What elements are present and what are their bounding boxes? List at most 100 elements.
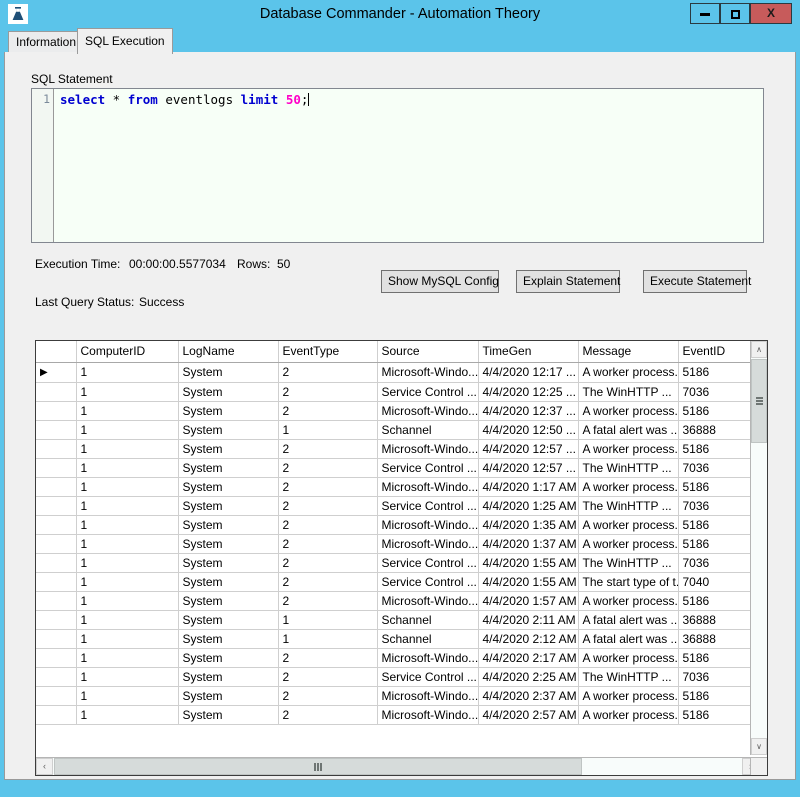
row-header-cell[interactable] (36, 572, 76, 591)
grid-vertical-scrollbar[interactable]: ∧ ∨ (750, 341, 767, 755)
cell-eventid[interactable]: 5186 (678, 439, 759, 458)
cell-timegen[interactable]: 4/4/2020 1:55 AM (478, 553, 578, 572)
cell-eventtype[interactable]: 2 (278, 553, 377, 572)
cell-computerid[interactable]: 1 (76, 534, 178, 553)
cell-source[interactable]: Microsoft-Windo... (377, 439, 478, 458)
cell-computerid[interactable]: 1 (76, 591, 178, 610)
cell-computerid[interactable]: 1 (76, 401, 178, 420)
table-row[interactable]: 1System2Microsoft-Windo...4/4/2020 1:57 … (36, 591, 759, 610)
cell-eventid[interactable]: 5186 (678, 477, 759, 496)
cell-eventtype[interactable]: 2 (278, 515, 377, 534)
table-row[interactable]: 1System1Schannel4/4/2020 12:50 ...A fata… (36, 420, 759, 439)
cell-computerid[interactable]: 1 (76, 648, 178, 667)
table-row[interactable]: 1System2Microsoft-Windo...4/4/2020 2:17 … (36, 648, 759, 667)
table-row[interactable]: 1System1Schannel4/4/2020 2:11 AMA fatal … (36, 610, 759, 629)
table-row[interactable]: 1System1Schannel4/4/2020 2:12 AMA fatal … (36, 629, 759, 648)
column-header-eventid[interactable]: EventID (678, 341, 759, 362)
row-header-cell[interactable]: ▶ (36, 362, 76, 382)
cell-message[interactable]: A worker process... (578, 648, 678, 667)
cell-eventtype[interactable]: 2 (278, 705, 377, 724)
sql-editor[interactable]: 1 select * from eventlogs limit 50; (31, 88, 764, 243)
cell-message[interactable]: The WinHTTP ... (578, 382, 678, 401)
cell-logname[interactable]: System (178, 477, 278, 496)
cell-timegen[interactable]: 4/4/2020 2:25 AM (478, 667, 578, 686)
cell-logname[interactable]: System (178, 420, 278, 439)
table-row[interactable]: 1System2Microsoft-Windo...4/4/2020 2:57 … (36, 705, 759, 724)
tab-information[interactable]: Information (8, 31, 84, 53)
cell-eventtype[interactable]: 1 (278, 420, 377, 439)
cell-source[interactable]: Microsoft-Windo... (377, 591, 478, 610)
cell-message[interactable]: A worker process... (578, 686, 678, 705)
cell-eventtype[interactable]: 2 (278, 458, 377, 477)
cell-message[interactable]: A worker process... (578, 477, 678, 496)
cell-source[interactable]: Schannel (377, 420, 478, 439)
cell-logname[interactable]: System (178, 648, 278, 667)
row-header-cell[interactable] (36, 420, 76, 439)
maximize-button[interactable] (720, 3, 750, 24)
cell-message[interactable]: The WinHTTP ... (578, 458, 678, 477)
cell-timegen[interactable]: 4/4/2020 12:37 ... (478, 401, 578, 420)
cell-message[interactable]: A fatal alert was ... (578, 610, 678, 629)
cell-logname[interactable]: System (178, 515, 278, 534)
cell-source[interactable]: Microsoft-Windo... (377, 686, 478, 705)
cell-logname[interactable]: System (178, 591, 278, 610)
cell-source[interactable]: Service Control ... (377, 572, 478, 591)
cell-eventid[interactable]: 5186 (678, 686, 759, 705)
cell-eventtype[interactable]: 1 (278, 629, 377, 648)
cell-eventtype[interactable]: 2 (278, 667, 377, 686)
cell-message[interactable]: A worker process... (578, 401, 678, 420)
cell-message[interactable]: The WinHTTP ... (578, 496, 678, 515)
row-header-cell[interactable] (36, 648, 76, 667)
vertical-scroll-thumb[interactable] (751, 359, 767, 443)
cell-source[interactable]: Service Control ... (377, 496, 478, 515)
cell-eventtype[interactable]: 1 (278, 610, 377, 629)
cell-timegen[interactable]: 4/4/2020 2:17 AM (478, 648, 578, 667)
scroll-left-icon[interactable]: ‹ (36, 758, 53, 775)
cell-eventid[interactable]: 7036 (678, 496, 759, 515)
cell-logname[interactable]: System (178, 362, 278, 382)
column-header-eventtype[interactable]: EventType (278, 341, 377, 362)
cell-timegen[interactable]: 4/4/2020 12:25 ... (478, 382, 578, 401)
cell-eventid[interactable]: 5186 (678, 591, 759, 610)
cell-computerid[interactable]: 1 (76, 572, 178, 591)
cell-timegen[interactable]: 4/4/2020 2:57 AM (478, 705, 578, 724)
row-header-cell[interactable] (36, 382, 76, 401)
table-row[interactable]: ▶1System2Microsoft-Windo...4/4/2020 12:1… (36, 362, 759, 382)
cell-message[interactable]: A worker process... (578, 515, 678, 534)
cell-eventid[interactable]: 7040 (678, 572, 759, 591)
cell-timegen[interactable]: 4/4/2020 1:25 AM (478, 496, 578, 515)
cell-logname[interactable]: System (178, 553, 278, 572)
cell-timegen[interactable]: 4/4/2020 12:50 ... (478, 420, 578, 439)
table-row[interactable]: 1System2Microsoft-Windo...4/4/2020 1:17 … (36, 477, 759, 496)
cell-source[interactable]: Microsoft-Windo... (377, 477, 478, 496)
cell-source[interactable]: Service Control ... (377, 553, 478, 572)
row-header-cell[interactable] (36, 686, 76, 705)
table-row[interactable]: 1System2Service Control ...4/4/2020 1:55… (36, 553, 759, 572)
cell-computerid[interactable]: 1 (76, 667, 178, 686)
cell-computerid[interactable]: 1 (76, 420, 178, 439)
cell-eventid[interactable]: 36888 (678, 610, 759, 629)
cell-logname[interactable]: System (178, 686, 278, 705)
cell-computerid[interactable]: 1 (76, 382, 178, 401)
cell-source[interactable]: Service Control ... (377, 458, 478, 477)
close-button[interactable]: X (750, 3, 792, 24)
row-header-cell[interactable] (36, 458, 76, 477)
cell-computerid[interactable]: 1 (76, 629, 178, 648)
cell-source[interactable]: Microsoft-Windo... (377, 705, 478, 724)
minimize-button[interactable] (690, 3, 720, 24)
scroll-down-icon[interactable]: ∨ (751, 738, 767, 755)
cell-source[interactable]: Service Control ... (377, 382, 478, 401)
table-row[interactable]: 1System2Service Control ...4/4/2020 2:25… (36, 667, 759, 686)
cell-computerid[interactable]: 1 (76, 553, 178, 572)
cell-timegen[interactable]: 4/4/2020 1:55 AM (478, 572, 578, 591)
cell-eventtype[interactable]: 2 (278, 686, 377, 705)
row-header-cell[interactable] (36, 534, 76, 553)
row-header-corner[interactable] (36, 341, 76, 362)
cell-computerid[interactable]: 1 (76, 705, 178, 724)
table-row[interactable]: 1System2Microsoft-Windo...4/4/2020 2:37 … (36, 686, 759, 705)
cell-timegen[interactable]: 4/4/2020 12:17 ... (478, 362, 578, 382)
cell-eventid[interactable]: 5186 (678, 648, 759, 667)
cell-source[interactable]: Schannel (377, 610, 478, 629)
cell-eventid[interactable]: 5186 (678, 515, 759, 534)
table-row[interactable]: 1System2Microsoft-Windo...4/4/2020 1:37 … (36, 534, 759, 553)
